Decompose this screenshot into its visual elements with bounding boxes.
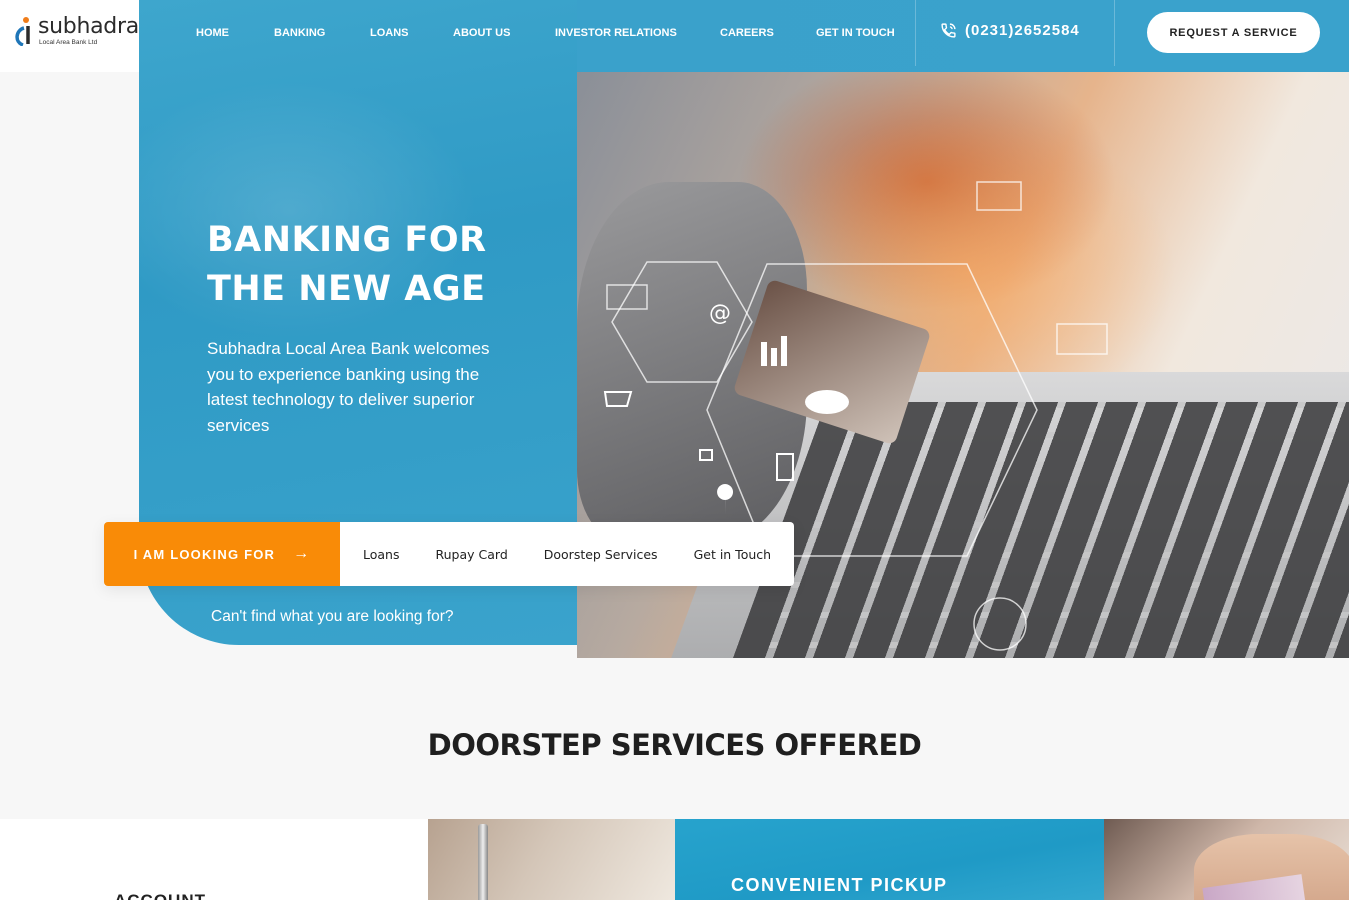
svg-text:@: @ [709, 301, 731, 326]
nav-divider [1114, 0, 1115, 66]
service-card-account[interactable]: ACCOUNT [0, 819, 428, 900]
doorstep-section-title: DOORSTEP SERVICES OFFERED [427, 728, 922, 762]
nav-banking[interactable]: BANKING [274, 27, 325, 39]
logo-subtitle: Local Area Bank Ltd [39, 39, 98, 46]
hero-description: Subhadra Local Area Bank welcomes you to… [207, 339, 490, 435]
service-image-cash [1104, 819, 1349, 900]
looking-for-label: I AM LOOKING FOR [133, 546, 276, 562]
looking-for-bar: I AM LOOKING FOR → Loans Rupay Card Door… [104, 522, 795, 586]
phone-icon [941, 23, 956, 38]
service-card-title: ACCOUNT [114, 891, 206, 900]
link-doorstep-services[interactable]: Doorstep Services [544, 547, 658, 562]
link-get-in-touch[interactable]: Get in Touch [694, 547, 772, 562]
link-rupay-card[interactable]: Rupay Card [436, 547, 508, 562]
logo-name: subhadra [38, 14, 139, 39]
hero-title-line2: THE NEW AGE [207, 269, 486, 309]
nav-divider [915, 0, 916, 66]
nav-home[interactable]: HOME [196, 27, 229, 39]
nav-careers[interactable]: CAREERS [720, 27, 774, 39]
link-loans[interactable]: Loans [363, 547, 400, 562]
phone-link[interactable]: (0231)2652584 [940, 22, 1080, 39]
phone-number: (0231)2652584 [965, 22, 1080, 39]
arrow-right-icon: → [293, 545, 311, 562]
logo[interactable]: subhadra Local Area Bank Ltd [0, 0, 139, 72]
looking-for-button[interactable]: I AM LOOKING FOR → [104, 522, 340, 586]
looking-for-links: Loans Rupay Card Doorstep Services Get i… [340, 522, 795, 586]
service-card-title: CONVENIENT PICKUP [731, 875, 948, 895]
nav-loans[interactable]: LOANS [370, 27, 409, 39]
request-service-button[interactable]: REQUEST A SERVICE [1147, 12, 1320, 53]
hero-title-line1: BANKING FOR [207, 220, 487, 260]
logo-mark-icon [15, 17, 30, 46]
service-image-pen [428, 819, 675, 900]
nav-about-us[interactable]: ABOUT US [453, 27, 510, 39]
service-card-pickup[interactable]: CONVENIENT PICKUP [675, 819, 1104, 900]
hero-title: BANKING FOR THE NEW AGE [207, 216, 547, 314]
nav-investor-relations[interactable]: INVESTOR RELATIONS [555, 27, 677, 39]
nav-get-in-touch[interactable]: GET IN TOUCH [816, 27, 895, 39]
cant-find-link[interactable]: Can't find what you are looking for? [211, 608, 454, 626]
